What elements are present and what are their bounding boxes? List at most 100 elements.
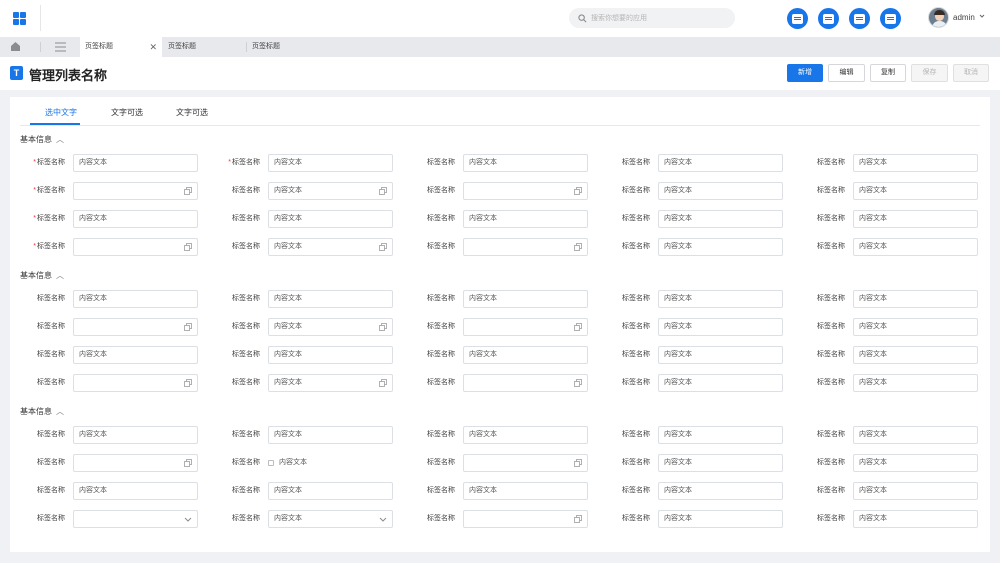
chevron-up-icon[interactable]: ︿ <box>56 271 64 280</box>
text-field[interactable]: 内容文本 <box>853 154 978 172</box>
text-field[interactable]: 内容文本 <box>268 210 393 228</box>
text-field[interactable]: 内容文本 <box>853 374 978 392</box>
text-field[interactable] <box>73 238 198 256</box>
text-field[interactable]: 内容文本 <box>73 290 198 308</box>
text-field[interactable]: 内容文本 <box>853 426 978 444</box>
text-field[interactable]: 内容文本 <box>658 290 783 308</box>
tab-option[interactable]: 文字可选 <box>111 107 143 118</box>
text-field[interactable] <box>463 454 588 472</box>
copy-icon[interactable] <box>574 187 582 195</box>
select-field[interactable]: 内容文本 <box>268 510 393 528</box>
copy-icon[interactable] <box>379 243 387 251</box>
checkbox[interactable] <box>268 460 274 466</box>
checkbox-field[interactable]: 内容文本 <box>268 454 307 472</box>
copy-icon[interactable] <box>574 459 582 467</box>
text-field[interactable] <box>73 374 198 392</box>
copy-icon[interactable] <box>184 187 192 195</box>
section-title[interactable]: 基本信息 ︿ <box>20 406 64 417</box>
text-field[interactable]: 内容文本 <box>658 182 783 200</box>
username[interactable]: admin <box>953 13 975 22</box>
text-field[interactable]: 内容文本 <box>658 510 783 528</box>
text-field[interactable]: 内容文本 <box>853 238 978 256</box>
select-field[interactable] <box>73 510 198 528</box>
add-button[interactable]: 新增 <box>787 64 823 82</box>
section-title[interactable]: 基本信息 ︿ <box>20 270 64 281</box>
text-field[interactable]: 内容文本 <box>268 182 393 200</box>
text-field[interactable]: 内容文本 <box>658 482 783 500</box>
text-field[interactable]: 内容文本 <box>73 210 198 228</box>
text-field[interactable] <box>73 454 198 472</box>
text-field[interactable]: 内容文本 <box>268 374 393 392</box>
copy-icon[interactable] <box>574 243 582 251</box>
chevron-up-icon[interactable]: ︿ <box>56 407 64 416</box>
text-field[interactable]: 内容文本 <box>658 154 783 172</box>
text-field[interactable]: 内容文本 <box>658 238 783 256</box>
copy-button[interactable]: 复制 <box>870 64 906 82</box>
copy-icon[interactable] <box>574 515 582 523</box>
search-input[interactable]: 搜索你想要的应用 <box>569 8 735 28</box>
text-field[interactable]: 内容文本 <box>853 318 978 336</box>
mail-icon[interactable] <box>849 8 870 29</box>
text-field[interactable] <box>463 318 588 336</box>
copy-icon[interactable] <box>574 323 582 331</box>
copy-icon[interactable] <box>379 379 387 387</box>
text-field[interactable]: 内容文本 <box>658 426 783 444</box>
text-field[interactable]: 内容文本 <box>268 318 393 336</box>
text-field[interactable]: 内容文本 <box>73 426 198 444</box>
cancel-button[interactable]: 取消 <box>953 64 989 82</box>
text-field[interactable]: 内容文本 <box>268 290 393 308</box>
copy-icon[interactable] <box>379 323 387 331</box>
edit-button[interactable]: 编辑 <box>828 64 865 82</box>
copy-icon[interactable] <box>184 459 192 467</box>
chevron-down-icon[interactable] <box>379 515 387 523</box>
text-field[interactable] <box>463 182 588 200</box>
text-field[interactable]: 内容文本 <box>73 482 198 500</box>
picture-icon[interactable] <box>880 8 901 29</box>
copy-icon[interactable] <box>184 379 192 387</box>
section-title[interactable]: 基本信息 ︿ <box>20 134 64 145</box>
tab-selected[interactable]: 选中文字 <box>45 107 77 118</box>
text-field[interactable]: 内容文本 <box>463 346 588 364</box>
chevron-up-icon[interactable]: ︿ <box>56 135 64 144</box>
text-field[interactable]: 内容文本 <box>853 454 978 472</box>
page-tab[interactable]: 页签标题 <box>247 37 329 57</box>
text-field[interactable]: 内容文本 <box>268 426 393 444</box>
text-field[interactable] <box>463 374 588 392</box>
text-field[interactable]: 内容文本 <box>268 238 393 256</box>
home-icon[interactable] <box>10 41 21 52</box>
copy-icon[interactable] <box>379 187 387 195</box>
close-icon[interactable]: ✕ <box>149 37 157 57</box>
text-field[interactable]: 内容文本 <box>463 290 588 308</box>
text-field[interactable]: 内容文本 <box>463 210 588 228</box>
text-field[interactable]: 内容文本 <box>268 482 393 500</box>
text-field[interactable]: 内容文本 <box>658 346 783 364</box>
text-field[interactable]: 内容文本 <box>658 318 783 336</box>
text-field[interactable]: 内容文本 <box>463 426 588 444</box>
text-field[interactable]: 内容文本 <box>853 346 978 364</box>
avatar[interactable] <box>928 7 949 28</box>
apps-grid-icon[interactable] <box>13 12 26 25</box>
text-field[interactable] <box>73 182 198 200</box>
text-field[interactable]: 内容文本 <box>853 510 978 528</box>
chevron-down-icon[interactable] <box>184 515 192 523</box>
text-field[interactable]: 内容文本 <box>853 290 978 308</box>
text-field[interactable] <box>463 238 588 256</box>
text-field[interactable] <box>73 318 198 336</box>
text-field[interactable]: 内容文本 <box>853 482 978 500</box>
text-field[interactable]: 内容文本 <box>853 210 978 228</box>
text-field[interactable]: 内容文本 <box>73 346 198 364</box>
text-field[interactable]: 内容文本 <box>658 374 783 392</box>
text-field[interactable]: 内容文本 <box>463 154 588 172</box>
copy-icon[interactable] <box>184 323 192 331</box>
save-button[interactable]: 保存 <box>911 64 948 82</box>
text-field[interactable]: 内容文本 <box>463 482 588 500</box>
text-field[interactable]: 内容文本 <box>658 210 783 228</box>
text-field[interactable]: 内容文本 <box>268 154 393 172</box>
text-field[interactable]: 内容文本 <box>658 454 783 472</box>
copy-icon[interactable] <box>574 379 582 387</box>
copy-icon[interactable] <box>184 243 192 251</box>
text-field[interactable]: 内容文本 <box>268 346 393 364</box>
text-field[interactable]: 内容文本 <box>73 154 198 172</box>
chevron-down-icon[interactable] <box>979 13 985 19</box>
message-icon[interactable] <box>787 8 808 29</box>
